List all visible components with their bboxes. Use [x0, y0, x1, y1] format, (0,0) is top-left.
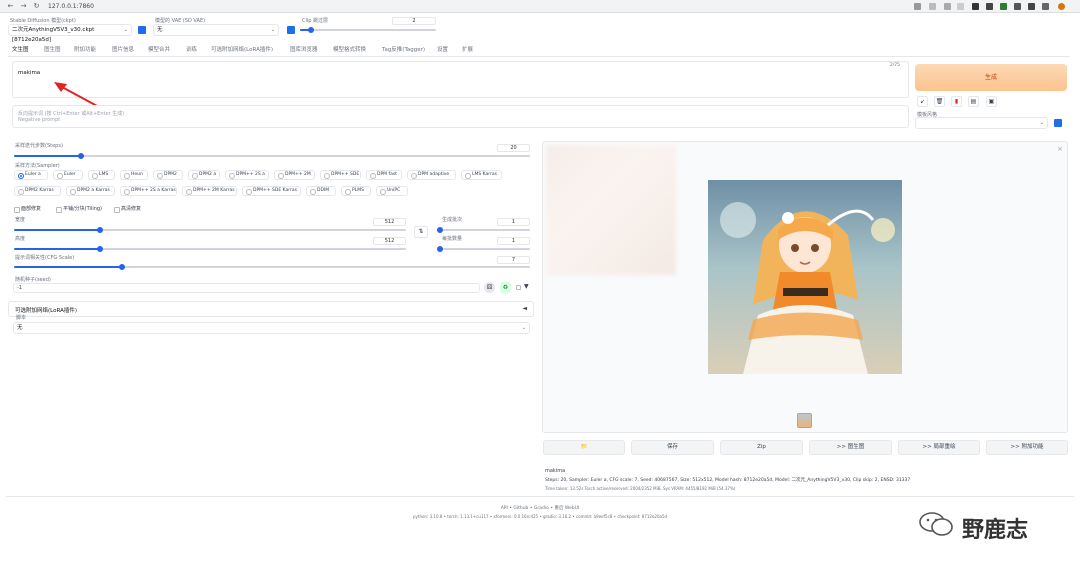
script-value: 无	[17, 325, 23, 331]
sampler-option[interactable]: DPM++ SDE Karras	[242, 186, 301, 196]
info-time: Time taken: 13.52s Torch active/reserved…	[545, 486, 736, 491]
hires-fix-checkbox[interactable]: 高清修复	[114, 206, 141, 213]
sampler-option[interactable]: DPM2 Karras	[14, 186, 61, 196]
chevron-down-icon: ⌄	[1039, 120, 1044, 126]
folder-icon: 📁	[580, 444, 588, 450]
sampler-option[interactable]: Euler	[53, 170, 83, 180]
sampler-option[interactable]: UniPC	[376, 186, 408, 196]
sampler-option[interactable]: DPM adaptive	[407, 170, 456, 180]
steps-label: 采样迭代步数(Steps)	[15, 143, 63, 149]
wechat-logo-icon	[918, 510, 954, 538]
lora-label: 可选附加网络(LoRA插件)	[15, 308, 77, 314]
tiling-checkbox[interactable]: 平铺/分块(Tiling)	[56, 206, 102, 213]
send-to-img2img-button[interactable]: >> 图生图	[809, 440, 892, 455]
footer-links[interactable]: API • Github • Gradio • 重启 WebUI	[340, 505, 740, 511]
height-label: 高度	[15, 236, 26, 242]
send-to-extras-button[interactable]: >> 附加功能	[986, 440, 1068, 455]
clipboard-red-icon[interactable]: ▮	[951, 96, 962, 107]
trash-icon[interactable]: 🗑	[934, 96, 945, 107]
batch-size-slider[interactable]	[437, 246, 530, 252]
sampler-option[interactable]: Euler a	[14, 170, 48, 180]
style-select[interactable]: ⌄	[915, 117, 1048, 129]
sampler-option[interactable]: DPM2 a	[188, 170, 220, 180]
arrow-icon[interactable]: ↙	[917, 96, 928, 107]
negative-prompt-placeholder-en: Negative prompt	[18, 117, 61, 123]
sampler-option[interactable]: Heun	[120, 170, 148, 180]
sampler-option[interactable]: LMS Karras	[461, 170, 502, 180]
batch-count-slider-knob[interactable]	[437, 227, 443, 233]
batch-count-input[interactable]: 1	[497, 218, 530, 226]
sampler-option[interactable]: DPM2	[153, 170, 183, 180]
cfg-label: 提示词相关性(CFG Scale)	[15, 255, 75, 261]
batch-size-input[interactable]: 1	[497, 237, 530, 245]
sampler-label: 采样方法(Sampler)	[15, 163, 60, 169]
width-slider[interactable]	[14, 227, 406, 233]
open-folder-button[interactable]: 📁	[543, 440, 625, 455]
generated-image[interactable]	[708, 180, 902, 374]
steps-input[interactable]: 20	[497, 144, 530, 152]
sampler-option[interactable]: DPM++ 2M Karras	[182, 186, 237, 196]
generate-button[interactable]: 生成	[915, 64, 1067, 91]
watermark-text: 野鹿志	[962, 517, 1029, 543]
face-restore-checkbox[interactable]: 面部修复	[14, 206, 41, 213]
chevron-down-icon: ⌄	[521, 325, 526, 331]
footer-versions: python: 3.10.8 • torch: 1.13.1+cu117 • x…	[412, 514, 668, 519]
steps-slider[interactable]	[14, 153, 530, 159]
seed-label: 随机种子(seed)	[15, 277, 51, 283]
cfg-slider[interactable]	[14, 264, 530, 270]
sampler-option[interactable]: DPM++ SDE	[320, 170, 361, 180]
batch-count-slider[interactable]	[437, 227, 530, 233]
negative-prompt-textarea[interactable]: 反向提示词 (按 Ctrl+Enter 或Alt+Enter 生成) Negat…	[12, 105, 909, 128]
anime-illustration	[720, 202, 895, 374]
sampler-option[interactable]: DDIM	[306, 186, 336, 196]
sampler-option[interactable]: DPM++ 2M	[274, 170, 315, 180]
width-label: 宽度	[15, 217, 26, 223]
lora-accordion[interactable]: 可选附加网络(LoRA插件) ◄	[8, 301, 534, 317]
swap-dimensions-button[interactable]: ⇅	[414, 226, 428, 238]
recycle-icon[interactable]: ♻	[500, 282, 511, 293]
divider	[6, 496, 1074, 497]
sampler-option[interactable]: DPM fast	[366, 170, 402, 180]
triangle-down-icon[interactable]: ▼	[524, 283, 529, 290]
sampler-option[interactable]: DPM2 a Karras	[66, 186, 115, 196]
refresh-icon[interactable]	[1054, 119, 1062, 127]
send-to-inpaint-button[interactable]: >> 局部重绘	[898, 440, 980, 455]
cfg-input[interactable]: 7	[497, 256, 530, 264]
cfg-slider-fill	[14, 266, 123, 268]
batch-size-slider-knob[interactable]	[437, 246, 443, 252]
extra-seed-checkbox[interactable]	[516, 285, 521, 290]
sampler-option[interactable]: LMS	[88, 170, 115, 180]
width-input[interactable]: 512	[373, 218, 406, 226]
save-icon[interactable]: ▣	[986, 96, 997, 107]
dice-icon[interactable]: ⚄	[484, 282, 495, 293]
batch-count-label: 生成批次	[442, 217, 463, 223]
close-icon[interactable]: ×	[1057, 145, 1063, 153]
height-input[interactable]: 512	[373, 237, 406, 245]
height-slider-fill	[14, 248, 101, 250]
info-params: Steps: 20, Sampler: Euler a, CFG scale: …	[545, 478, 911, 483]
sampler-option[interactable]: PLMS	[341, 186, 371, 196]
info-prompt: makima	[545, 468, 566, 474]
caret-left-icon: ◄	[522, 305, 527, 312]
sampler-option[interactable]: DPM++ 2S a	[225, 170, 269, 180]
sampler-option[interactable]: DPM++ 2S a Karras	[120, 186, 177, 196]
height-slider[interactable]	[14, 246, 406, 252]
clipboard-icon[interactable]: ▤	[968, 96, 979, 107]
batch-size-label: 每批数量	[442, 236, 463, 242]
script-select[interactable]: 无 ⌄	[13, 322, 530, 334]
save-button[interactable]: 保存	[631, 440, 714, 455]
blurred-preview	[546, 145, 676, 275]
zip-button[interactable]: Zip	[720, 440, 803, 455]
steps-slider-fill	[14, 155, 82, 157]
script-label: 脚本	[16, 315, 27, 321]
negative-prompt-placeholder: 反向提示词 (按 Ctrl+Enter 或Alt+Enter 生成)	[18, 111, 125, 117]
image-thumbnail[interactable]	[797, 413, 812, 428]
width-slider-fill	[14, 229, 101, 231]
seed-input[interactable]: -1	[13, 283, 480, 293]
